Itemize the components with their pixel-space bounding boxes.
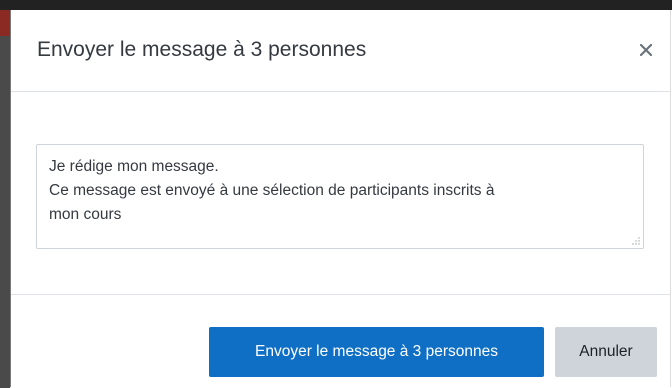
page-backdrop-top: [0, 0, 672, 10]
dialog-body: Je rédige mon message. Ce message est en…: [11, 92, 670, 304]
send-message-dialog: Envoyer le message à 3 personnes Je rédi…: [10, 10, 671, 387]
cancel-button[interactable]: Annuler: [555, 327, 657, 377]
dialog-footer: Envoyer le message à 3 personnes Annuler: [11, 294, 670, 387]
close-icon: [640, 44, 652, 56]
message-line: mon cours: [49, 206, 122, 223]
message-line: Je rédige mon message.: [49, 158, 219, 175]
dialog-header: Envoyer le message à 3 personnes: [11, 10, 670, 92]
page-backdrop-accent: [0, 10, 10, 36]
dialog-title: Envoyer le message à 3 personnes: [37, 38, 367, 61]
message-line: Ce message est envoyé à une sélection de…: [49, 182, 495, 199]
close-button[interactable]: [634, 38, 658, 62]
send-message-button[interactable]: Envoyer le message à 3 personnes: [209, 327, 544, 377]
resize-grip-icon[interactable]: [632, 237, 640, 245]
page-backdrop-left: [0, 36, 10, 388]
message-textarea[interactable]: Je rédige mon message. Ce message est en…: [36, 144, 644, 249]
